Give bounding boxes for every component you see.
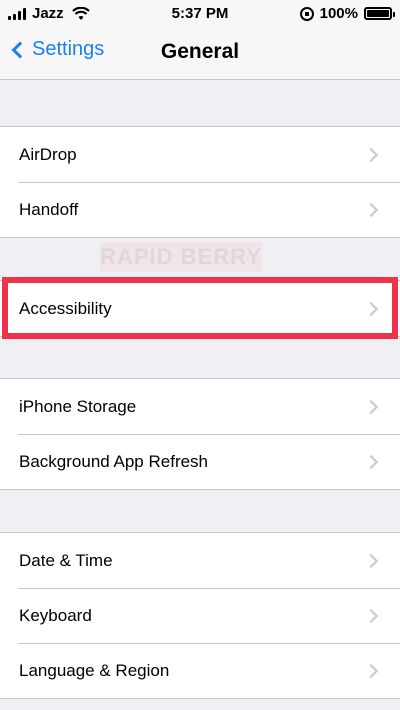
row-label: Keyboard [19,605,92,625]
navigation-bar: Settings General [0,28,400,80]
chevron-right-icon [363,399,379,414]
chevron-right-icon [363,553,379,568]
chevron-right-icon [363,608,379,623]
row-background-app-refresh[interactable]: Background App Refresh [0,434,400,489]
settings-group-4: Date & Time Keyboard Language & Region [0,532,400,699]
row-airdrop[interactable]: AirDrop [0,127,400,182]
row-accessibility[interactable]: Accessibility [0,281,400,336]
battery-percent: 100% [319,5,358,22]
settings-group-3: iPhone Storage Background App Refresh [0,378,400,490]
row-handoff[interactable]: Handoff [0,182,400,237]
row-label: Accessibility [19,298,112,318]
status-right: 100% [299,5,395,22]
battery-icon [364,7,395,20]
chevron-right-icon [363,202,379,217]
row-label: Language & Region [19,660,170,680]
watermark: RAPID BERRY [100,242,262,272]
chevron-right-icon [363,301,379,316]
row-label: Background App Refresh [19,451,209,471]
chevron-right-icon [363,454,379,469]
settings-group-1: AirDrop Handoff [0,126,400,238]
row-date-time[interactable]: Date & Time [0,533,400,588]
row-label: Date & Time [19,550,113,570]
row-label: Handoff [19,199,79,219]
chevron-right-icon [363,663,379,678]
row-iphone-storage[interactable]: iPhone Storage [0,379,400,434]
chevron-right-icon [363,147,379,162]
rotation-lock-icon [299,6,314,21]
settings-group-2: Accessibility [0,280,400,337]
status-bar: Jazz 5:37 PM 100% [0,0,400,28]
page-title: General [160,40,240,63]
row-label: iPhone Storage [19,396,137,416]
row-language-region[interactable]: Language & Region [0,643,400,698]
row-label: AirDrop [19,144,77,164]
row-keyboard[interactable]: Keyboard [0,588,400,643]
